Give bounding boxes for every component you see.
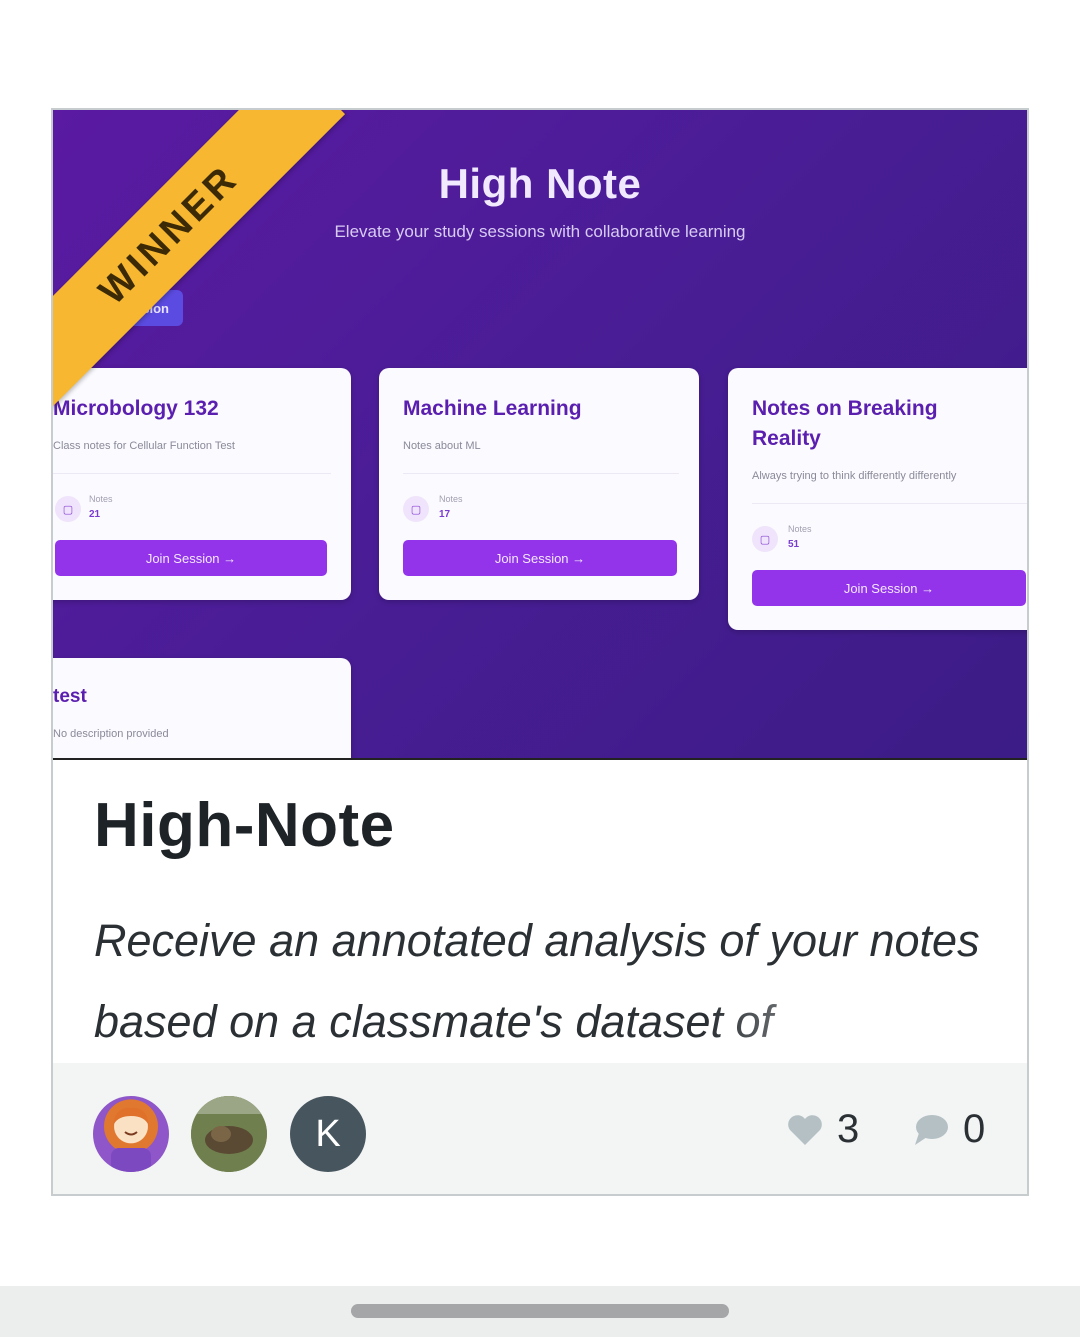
- winner-badge: WINNER: [53, 110, 346, 412]
- avatar-photo: [191, 1096, 267, 1172]
- comments-count: 0: [963, 1107, 986, 1151]
- notes-count: 51: [788, 539, 800, 550]
- notes-icon: ▢: [752, 526, 778, 552]
- session-divider: [53, 473, 331, 474]
- avatar[interactable]: [191, 1096, 267, 1172]
- session-divider: [403, 473, 679, 474]
- session-title: Machine Learning: [403, 397, 582, 420]
- comments-stat[interactable]: 0: [913, 1107, 985, 1152]
- session-description: Notes about ML: [403, 440, 481, 452]
- notes-label: Notes: [788, 524, 812, 534]
- project-title[interactable]: High-Note: [94, 790, 395, 861]
- notes-label: Notes: [89, 494, 113, 504]
- card-footer: K 3 0: [53, 1063, 1027, 1194]
- session-card: test No description provided: [53, 658, 351, 758]
- avatar-illustration: [111, 1107, 151, 1172]
- notes-count: 21: [89, 509, 101, 520]
- session-divider: [752, 503, 1027, 504]
- system-navigation-bar: [0, 1286, 1080, 1337]
- likes-count: 3: [837, 1107, 860, 1151]
- description-fade: [707, 980, 1027, 1070]
- heart-icon: [788, 1114, 822, 1145]
- notes-label: Notes: [439, 494, 463, 504]
- comment-icon: [915, 1114, 948, 1145]
- session-card: Machine Learning Notes about ML ▢ Notes …: [379, 368, 699, 600]
- avatar[interactable]: K: [290, 1096, 366, 1172]
- session-description: Class notes for Cellular Function Test: [53, 440, 235, 452]
- avatar[interactable]: [93, 1096, 169, 1172]
- project-card[interactable]: High Note Elevate your study sessions wi…: [51, 108, 1029, 1196]
- notes-count: 17: [439, 509, 451, 520]
- notes-icon: ▢: [55, 496, 81, 522]
- session-description: Always trying to think differently diffe…: [752, 470, 957, 482]
- home-gesture-handle[interactable]: [351, 1304, 729, 1318]
- join-session-button: Join Session →: [752, 570, 1026, 606]
- session-description: No description provided: [53, 728, 169, 740]
- winner-ribbon: WINNER: [53, 110, 369, 426]
- likes-stat[interactable]: 3: [787, 1107, 859, 1152]
- session-title: Notes on Breaking Reality: [752, 397, 938, 450]
- session-card: Notes on Breaking Reality Always trying …: [728, 368, 1027, 630]
- join-session-button: Join Session →: [403, 540, 677, 576]
- session-title: test: [53, 686, 87, 707]
- notes-icon: ▢: [403, 496, 429, 522]
- join-session-button: Join Session →: [55, 540, 327, 576]
